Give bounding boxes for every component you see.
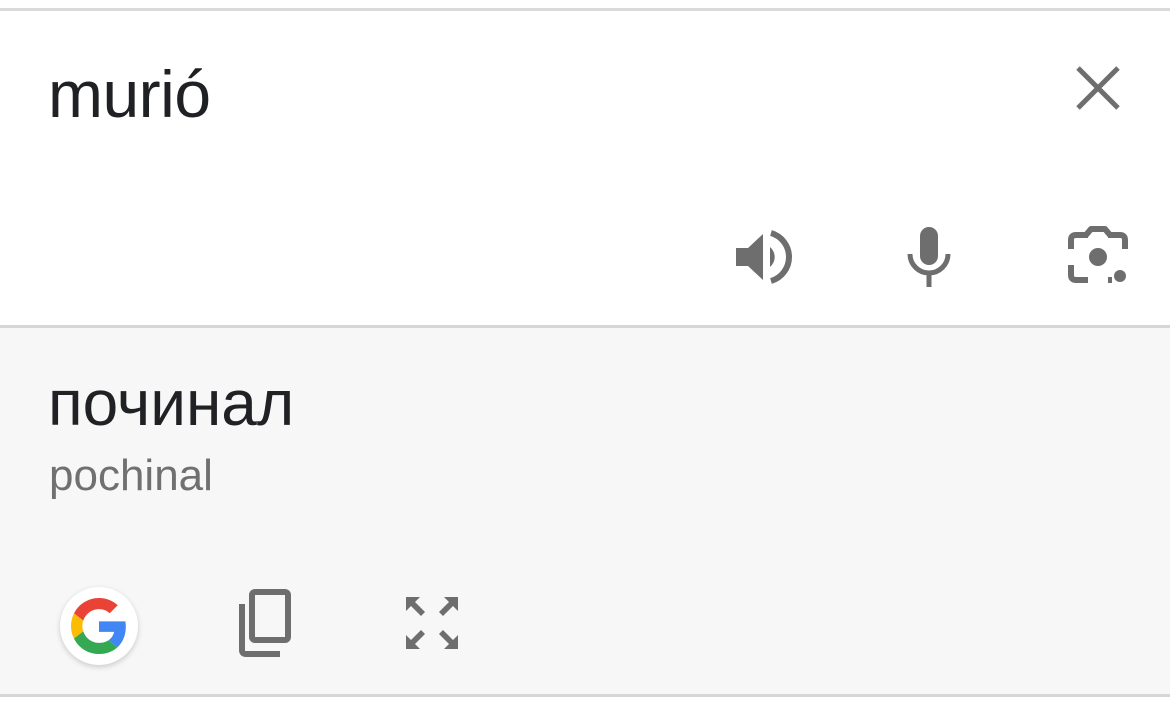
microphone-icon [907,227,951,287]
source-text[interactable]: murió [48,61,211,127]
translation-text: починал [48,367,295,439]
fullscreen-button[interactable] [397,588,467,658]
google-logo-icon [71,598,126,654]
listen-button[interactable] [727,222,797,292]
speaker-icon [736,230,792,284]
copy-icon [239,589,291,657]
voice-input-button[interactable] [894,222,964,292]
close-icon [1076,66,1120,110]
translate-widget: murió починал pochinal [0,0,1170,713]
copy-button[interactable] [227,588,297,658]
fullscreen-icon [406,597,458,649]
camera-button[interactable] [1063,222,1133,292]
translation-output-pane: починал pochinal [0,328,1170,694]
camera-icon [1068,226,1128,283]
clear-button[interactable] [1068,58,1128,118]
source-input-pane[interactable]: murió [0,11,1170,326]
transliteration-text: pochinal [49,451,213,500]
google-search-button[interactable] [60,587,138,665]
below-area [0,697,1170,713]
